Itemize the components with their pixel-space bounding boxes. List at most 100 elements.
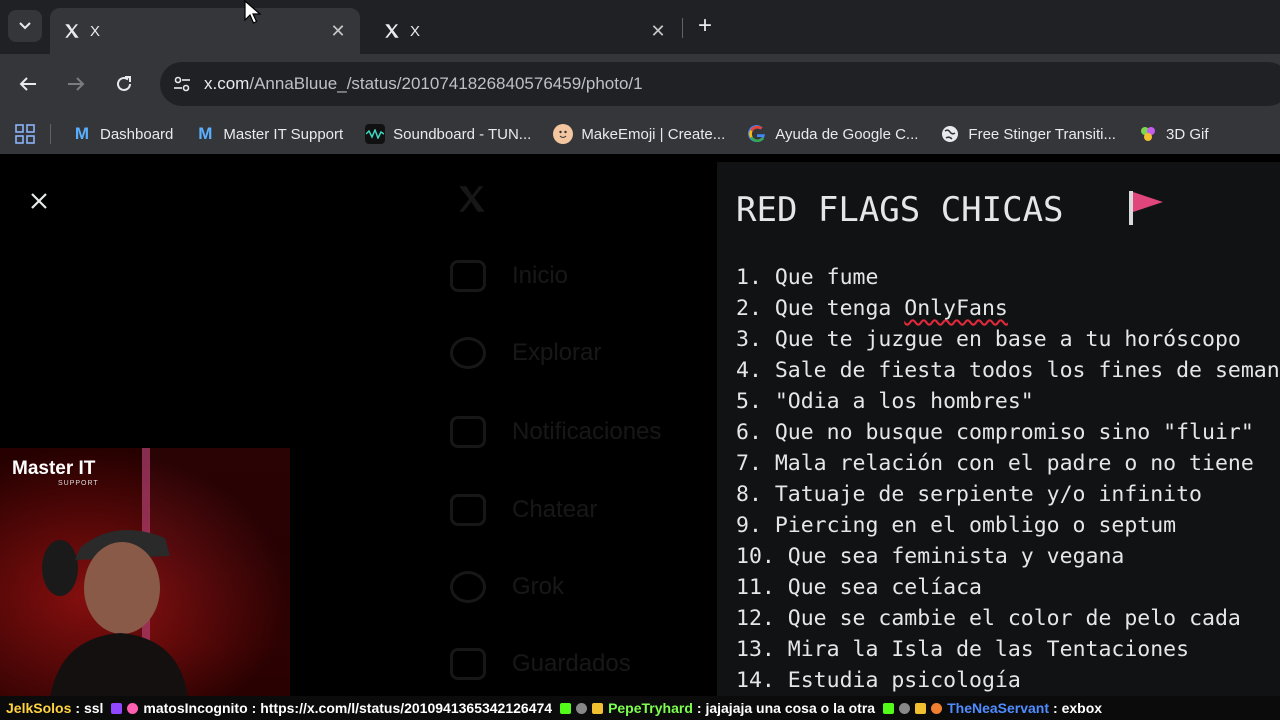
list-item: 12. Que se cambie el color de pelo cada: [736, 606, 1241, 631]
list-item: 6. Que no busque compromiso sino "fluir": [736, 420, 1254, 445]
url-text: x.com/AnnaBluue_/status/2010741826840576…: [204, 74, 643, 94]
sidebar-item-chatear: Chatear: [450, 494, 597, 526]
sidebar-item-label: Inicio: [512, 262, 569, 289]
bookmark-dashboard[interactable]: M Dashboard: [61, 114, 184, 154]
badge-icon: [560, 702, 572, 714]
tab-title: X: [410, 22, 421, 40]
spellcheck-underlined-word: OnlyFans: [904, 296, 1008, 321]
list-item: 14. Estudia psicología: [736, 668, 1021, 693]
badge-icon: [899, 702, 911, 714]
tab-inactive[interactable]: X ✕: [370, 8, 680, 54]
search-icon: [450, 337, 486, 369]
mail-icon: [450, 494, 486, 526]
bookmark-makeemoji[interactable]: MakeEmoji | Create...: [542, 114, 736, 154]
toolbar: x.com/AnnaBluue_/status/2010741826840576…: [0, 54, 1280, 114]
arrow-left-icon: [19, 77, 36, 91]
sidebar-item-label: Notificaciones: [512, 418, 662, 445]
list-item: 3. Que te juzgue en base a tu horóscopo: [736, 327, 1241, 352]
master-it-icon: M: [74, 124, 90, 143]
red-flag-icon: [1129, 191, 1163, 225]
badge-icon: [111, 702, 123, 714]
chat-text: : jajajaja una cosa o la otra: [696, 700, 876, 716]
bookmark-label: Master IT Support: [223, 125, 344, 143]
chat-message: JelkSolos : ssl: [6, 700, 103, 716]
google-icon: [747, 124, 767, 144]
sidebar-item-guardados: Guardados: [450, 648, 631, 680]
chevron-down-icon: [19, 22, 31, 30]
streamer-silhouette: [42, 530, 188, 696]
close-tab-icon[interactable]: ✕: [328, 21, 348, 41]
bookmark-master-it-support[interactable]: M Master IT Support: [184, 114, 354, 154]
bookmark-label: 3D Gif: [1165, 125, 1209, 143]
new-tab-button[interactable]: +: [692, 12, 718, 39]
list-item: 10. Que sea feminista y vegana: [736, 544, 1125, 569]
list-item: 13. Mira la Isla de las Tentaciones: [736, 637, 1190, 662]
bookmarks-bar: M Dashboard M Master IT Support Soundboa…: [0, 114, 1280, 154]
x-logo-icon: [459, 186, 485, 212]
close-photo-button[interactable]: [22, 184, 56, 218]
tab-search-button[interactable]: [8, 10, 42, 42]
bookmark-label: Soundboard - TUN...: [393, 125, 532, 143]
makeemoji-icon: [553, 124, 574, 144]
url-path: /AnnaBluue_/status/2010741826840576459/p…: [249, 74, 643, 93]
bookmark-label: Ayuda de Google C...: [775, 125, 919, 143]
chat-username: TheNeaServant: [947, 700, 1050, 716]
tab-active[interactable]: X ✕: [50, 8, 360, 54]
home-icon: [450, 260, 486, 292]
chat-message: PepeTryhard : jajajaja una cosa o la otr…: [608, 700, 875, 716]
chat-text: : exbox: [1053, 700, 1103, 716]
sidebar-item-grok: Grok: [450, 571, 564, 603]
badge-icon: [592, 702, 604, 714]
tab-strip: X ✕ X ✕ +: [0, 0, 1280, 54]
chat-message: matosIncognito : https://x.com/l/status/…: [143, 700, 552, 716]
bookmark-3d-gif[interactable]: 3D Gif: [1127, 114, 1220, 154]
photo-title: RED FLAGS CHICAS: [736, 190, 1064, 230]
address-bar[interactable]: x.com/AnnaBluue_/status/2010741826840576…: [160, 62, 1280, 106]
bookmark-free-stinger[interactable]: Free Stinger Transiti...: [929, 114, 1127, 154]
chat-text: : ssl: [75, 700, 104, 716]
x-logo-icon: [382, 21, 402, 41]
list-item: 8. Tatuaje de serpiente y/o infinito: [736, 482, 1202, 507]
list-item: 7. Mala relación con el padre o no tiene: [736, 451, 1254, 476]
list-item: 9. Piercing en el ombligo o septum: [736, 513, 1177, 538]
tab-title: X: [90, 22, 101, 40]
badge-icon: [576, 702, 588, 714]
3d-gif-icon: [1138, 124, 1158, 144]
bookmark-label: Dashboard: [100, 125, 174, 143]
chat-username: JelkSolos: [6, 700, 72, 716]
master-it-icon: M: [198, 124, 213, 143]
master-it-logo: Master IT SUPPORT: [12, 458, 99, 487]
list-item: 2. Que tenga OnlyFans: [736, 296, 1008, 321]
forward-button[interactable]: [60, 68, 92, 100]
sidebar-item-label: Chatear: [512, 496, 598, 523]
chat-message: TheNeaServant : exbox: [947, 700, 1102, 716]
url-host: x.com: [204, 74, 250, 93]
list-item: 4. Sale de fiesta todos los fines de sem…: [736, 358, 1280, 383]
chat-username: matosIncognito: [143, 700, 248, 716]
grok-icon: [450, 571, 486, 603]
webcam-overlay: Master IT SUPPORT: [0, 448, 290, 696]
reload-button[interactable]: [108, 68, 140, 100]
bookmark-google-help[interactable]: Ayuda de Google C...: [736, 114, 929, 154]
screen: X ✕ X ✕ + x.com/AnnaBluue_/status/201074…: [0, 0, 1280, 720]
bookmark-icon: [450, 648, 486, 680]
sidebar-item-label: Explorar: [512, 339, 602, 366]
badge-icon: [127, 702, 139, 714]
mouse-cursor-icon: [244, 0, 262, 24]
tab-separator: [682, 18, 683, 38]
bookmark-label: Free Stinger Transiti...: [968, 125, 1116, 143]
close-tab-icon[interactable]: ✕: [648, 21, 668, 41]
chat-ticker: JelkSolos : ssl matosIncognito : https:/…: [0, 696, 1280, 720]
list-item: 11. Que sea celíaca: [736, 575, 982, 600]
bookmark-soundboard[interactable]: Soundboard - TUN...: [354, 114, 542, 154]
badge-icon: [883, 702, 895, 714]
apps-grid-icon[interactable]: [0, 114, 50, 154]
soundboard-icon: [365, 124, 386, 144]
badge-icon: [931, 702, 943, 714]
tweet-photo: RED FLAGS CHICAS 1. Que fume 2. Que teng…: [717, 162, 1280, 720]
back-button[interactable]: [12, 68, 44, 100]
sidebar-item-notificaciones: Notificaciones: [450, 416, 661, 448]
sidebar-item-explorar: Explorar: [450, 337, 601, 369]
sidebar-item-label: Guardados: [512, 650, 631, 677]
site-settings-icon[interactable]: [160, 76, 204, 92]
